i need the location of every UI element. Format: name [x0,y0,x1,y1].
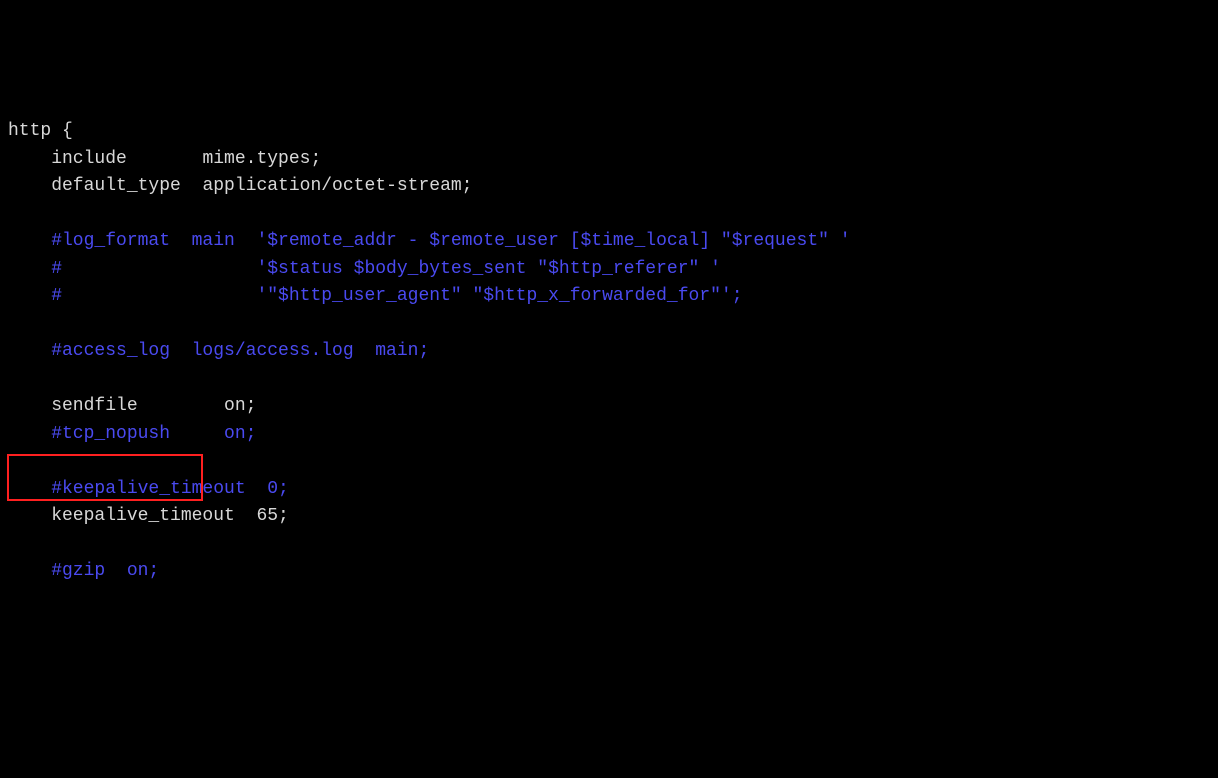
code-line-3-b: application/octet-stream; [202,176,472,196]
code-line-6: # '$status $body_bytes_sent "$http_refer… [8,259,721,279]
code-line-15-b: 65; [256,506,288,526]
code-line-14: #keepalive_timeout 0; [8,479,289,499]
code-line-9: #access_log logs/access.log main; [8,341,429,361]
code-line-17: #gzip on; [8,561,159,581]
code-line-2-a: include [8,149,202,169]
code-line-1-a: http [8,121,62,141]
code-line-15-a: keepalive_timeout [8,506,256,526]
code-line-11-b: on; [224,396,256,416]
code-line-7: # '"$http_user_agent" "$http_x_forwarded… [8,286,743,306]
code-line-3-a: default_type [8,176,202,196]
code-block: http { include mime.types; default_type … [8,118,1210,586]
code-line-12: #tcp_nopush on; [8,424,256,444]
code-line-11-a: sendfile [8,396,224,416]
code-line-1-b: { [62,121,73,141]
code-line-2-b: mime.types; [202,149,321,169]
code-line-5: #log_format main '$remote_addr - $remote… [8,231,851,251]
